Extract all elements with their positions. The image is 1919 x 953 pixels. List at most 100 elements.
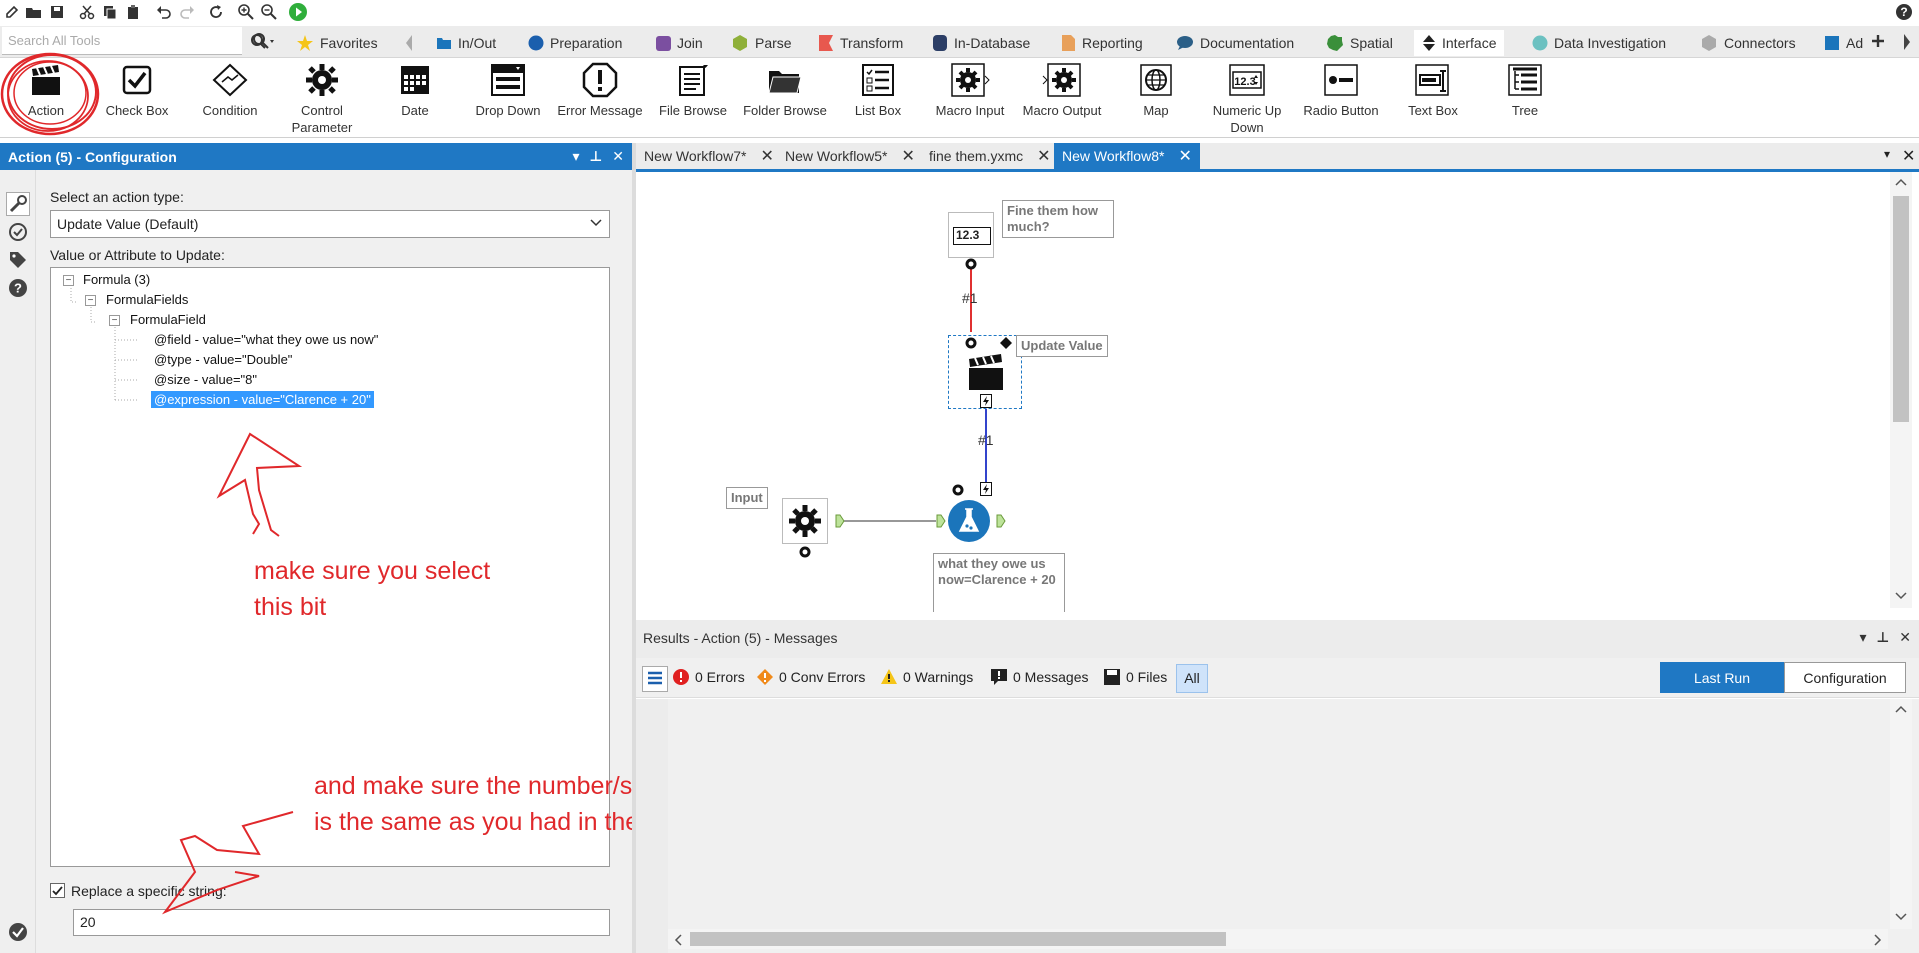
copy-icon[interactable] — [100, 2, 120, 22]
close-icon[interactable]: ✕ — [1899, 629, 1911, 646]
refresh-icon[interactable] — [206, 2, 226, 22]
tree-node-size-attr[interactable]: @size - value="8" — [154, 372, 257, 387]
tab-ad[interactable]: Ad — [1816, 30, 1871, 56]
cut-icon[interactable] — [77, 2, 97, 22]
tab-scroll-left-icon[interactable] — [404, 34, 414, 52]
scroll-up-icon[interactable] — [1895, 178, 1907, 186]
workflow-tab-fine-them[interactable]: fine them.yxmc ✕ — [921, 143, 1059, 169]
open-icon[interactable] — [24, 2, 44, 22]
tool-control-parameter[interactable]: Control Parameter — [274, 60, 370, 136]
zoom-out-icon[interactable] — [259, 2, 279, 22]
list-view-icon[interactable] — [642, 666, 668, 692]
close-icon[interactable]: ✕ — [1037, 146, 1050, 166]
tab-reporting[interactable]: Reporting — [1052, 30, 1151, 56]
tab-list-icon[interactable]: ▾ — [1884, 147, 1890, 161]
tree-collapse-icon[interactable]: − — [109, 315, 120, 326]
new-icon[interactable] — [2, 2, 22, 22]
annotation-fine-them[interactable]: Fine them how much? — [1002, 200, 1114, 238]
help-circle-icon[interactable]: ? — [8, 278, 28, 298]
tab-in-out[interactable]: In/Out — [428, 30, 504, 56]
scroll-left-icon[interactable] — [674, 934, 682, 946]
tab-spatial[interactable]: Spatial — [1318, 30, 1401, 56]
conv-errors-filter[interactable]: 0 Conv Errors — [756, 668, 865, 686]
annotation-input[interactable]: Input — [726, 487, 768, 509]
results-vertical-scrollbar[interactable] — [1890, 699, 1912, 929]
macro-input-node[interactable] — [782, 498, 828, 544]
tree-collapse-icon[interactable]: − — [85, 295, 96, 306]
scroll-down-icon[interactable] — [1895, 913, 1907, 921]
pin-icon[interactable]: ⊥ — [589, 148, 602, 165]
action-type-select[interactable]: Update Value (Default) — [50, 210, 610, 238]
tool-condition[interactable]: Condition — [182, 60, 278, 119]
scroll-up-icon[interactable] — [1895, 705, 1907, 713]
save-icon[interactable] — [47, 2, 67, 22]
tree-node-expression-attr[interactable]: @expression - value="Clarence + 20" — [151, 391, 374, 408]
tree-node-formula-fields[interactable]: FormulaFields — [106, 292, 188, 307]
tab-connectors[interactable]: Connectors — [1692, 30, 1804, 56]
tool-error-message[interactable]: Error Message — [552, 60, 648, 119]
tab-scroll-right-icon[interactable] — [1902, 33, 1912, 51]
workflow-canvas[interactable]: 12.3 Fine them how much? #1 Update Value… — [636, 172, 1919, 612]
tag-icon[interactable] — [8, 250, 28, 270]
tab-preparation[interactable]: Preparation — [520, 30, 630, 56]
formula-node[interactable] — [948, 500, 990, 542]
panel-menu-icon[interactable]: ▾ — [572, 148, 579, 165]
tool-file-browse[interactable]: File Browse — [645, 60, 741, 119]
close-icon[interactable]: ✕ — [612, 148, 624, 165]
warnings-filter[interactable]: 0 Warnings — [880, 668, 973, 686]
panel-menu-icon[interactable]: ▾ — [1859, 629, 1866, 646]
tab-in-database[interactable]: In-Database — [924, 30, 1038, 56]
close-icon[interactable]: ✕ — [1902, 146, 1915, 166]
run-icon[interactable] — [288, 2, 308, 22]
canvas-vertical-scrollbar[interactable] — [1890, 172, 1912, 608]
all-filter-button[interactable]: All — [1176, 664, 1208, 693]
messages-filter[interactable]: 0 Messages — [990, 668, 1088, 686]
configuration-button[interactable]: Configuration — [1784, 662, 1906, 693]
tool-date[interactable]: Date — [367, 60, 463, 119]
tree-node-field-attr[interactable]: @field - value="what they owe us now" — [154, 332, 378, 347]
tree-node-formula[interactable]: Formula (3) — [83, 272, 150, 287]
scroll-thumb[interactable] — [690, 932, 1226, 946]
tool-text-box[interactable]: Text Box — [1385, 60, 1481, 119]
tool-list-box[interactable]: List Box — [830, 60, 926, 119]
tab-interface[interactable]: Interface — [1414, 30, 1505, 56]
tree-node-type-attr[interactable]: @type - value="Double" — [154, 352, 292, 367]
workflow-tab-8[interactable]: New Workflow8* ✕ — [1054, 143, 1200, 169]
files-filter[interactable]: 0 Files — [1103, 668, 1167, 686]
numeric-up-down-node[interactable]: 12.3 — [948, 212, 994, 258]
close-icon[interactable]: ✕ — [1178, 146, 1191, 166]
annotation-update-value[interactable]: Update Value — [1016, 335, 1108, 357]
tool-tree[interactable]: Tree — [1477, 60, 1573, 119]
tool-numeric-up-down[interactable]: 12.3 Numeric Up Down — [1199, 60, 1295, 136]
tool-macro-output[interactable]: Macro Output — [1014, 60, 1110, 119]
tool-macro-input[interactable]: Macro Input — [922, 60, 1018, 119]
scroll-right-icon[interactable] — [1874, 934, 1882, 946]
workflow-tab-7[interactable]: New Workflow7* ✕ — [636, 143, 782, 169]
tab-favorites[interactable]: Favorites — [288, 30, 386, 56]
check-circle-icon[interactable] — [8, 922, 28, 942]
tree-node-formula-field[interactable]: FormulaField — [130, 312, 206, 327]
scroll-down-icon[interactable] — [1895, 592, 1907, 600]
replace-string-checkbox[interactable] — [50, 883, 65, 898]
results-horizontal-scrollbar[interactable] — [668, 929, 1888, 949]
scroll-thumb[interactable] — [1893, 196, 1909, 422]
close-icon[interactable]: ✕ — [901, 146, 914, 166]
search-icon-button[interactable] — [249, 32, 279, 52]
last-run-button[interactable]: Last Run — [1660, 662, 1784, 693]
help-icon[interactable]: ? — [1894, 2, 1914, 22]
tab-data-investigation[interactable]: Data Investigation — [1524, 30, 1674, 56]
tool-drop-down[interactable]: Drop Down — [460, 60, 556, 119]
undo-icon[interactable] — [154, 2, 174, 22]
tool-folder-browse[interactable]: Folder Browse — [737, 60, 833, 119]
errors-filter[interactable]: 0 Errors — [672, 668, 745, 686]
tree-collapse-icon[interactable]: − — [63, 275, 74, 286]
tab-transform[interactable]: Transform — [810, 30, 911, 56]
zoom-in-icon[interactable] — [236, 2, 256, 22]
close-icon[interactable]: ✕ — [760, 146, 773, 166]
redo-icon[interactable] — [177, 2, 197, 22]
wrench-icon[interactable] — [6, 192, 30, 216]
connection-icon[interactable] — [8, 222, 28, 242]
add-tab-icon[interactable] — [1870, 33, 1886, 49]
annotation-formula[interactable]: what they owe us now=Clarence + 20 — [933, 553, 1065, 612]
tab-documentation[interactable]: Documentation — [1168, 30, 1302, 56]
